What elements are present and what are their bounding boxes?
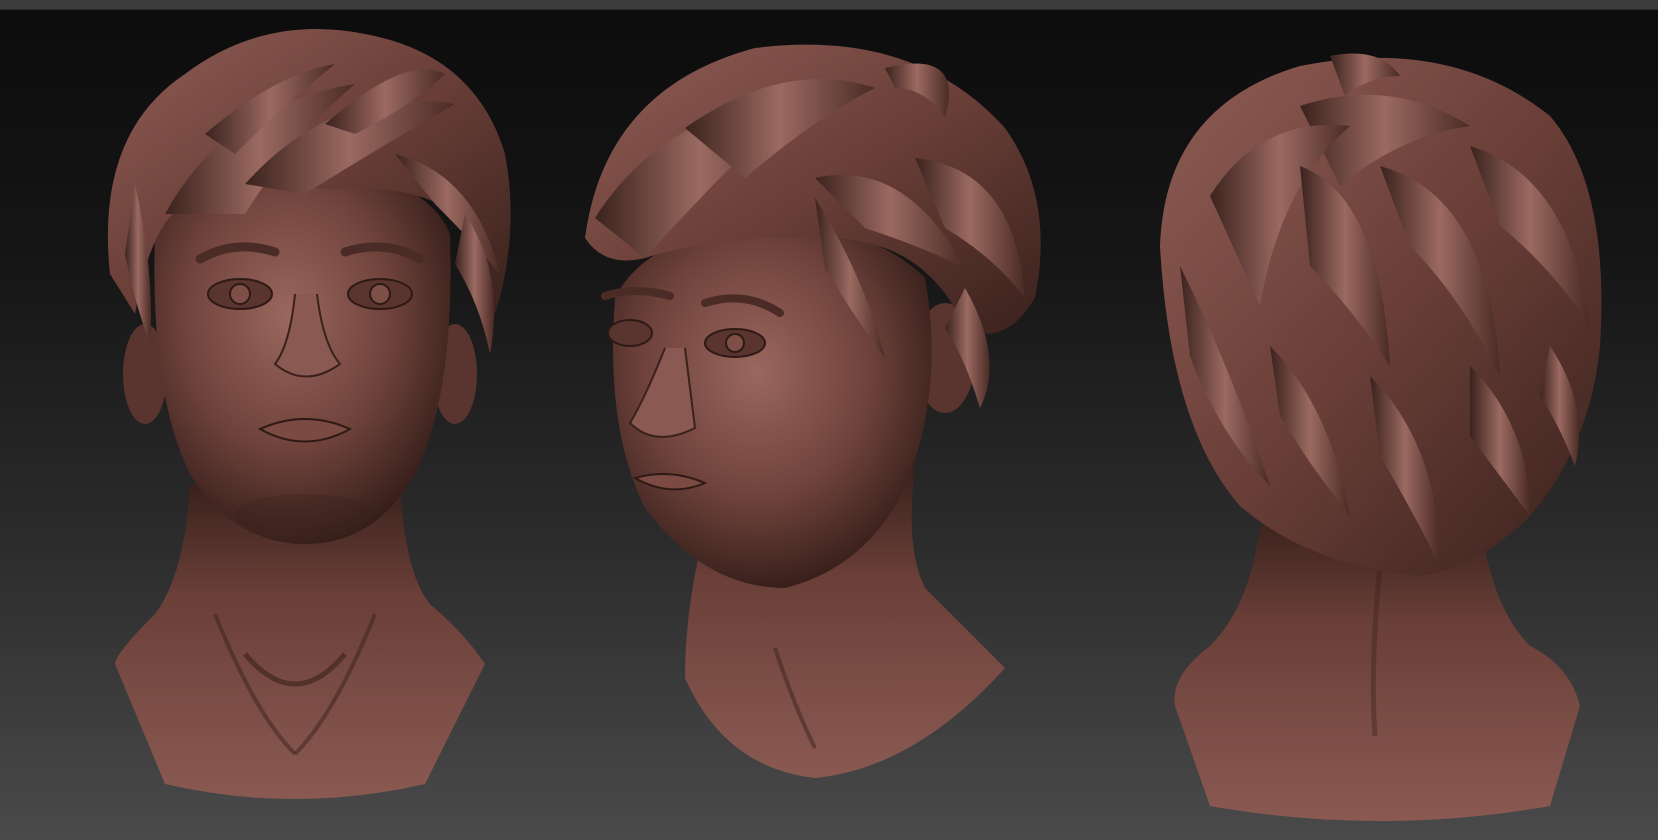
back-view-bust xyxy=(1150,46,1620,826)
front-view-bust xyxy=(95,14,535,814)
three-quarter-view-bust xyxy=(585,28,1065,808)
render-viewport xyxy=(0,0,1658,840)
top-toolbar-strip xyxy=(0,0,1658,10)
